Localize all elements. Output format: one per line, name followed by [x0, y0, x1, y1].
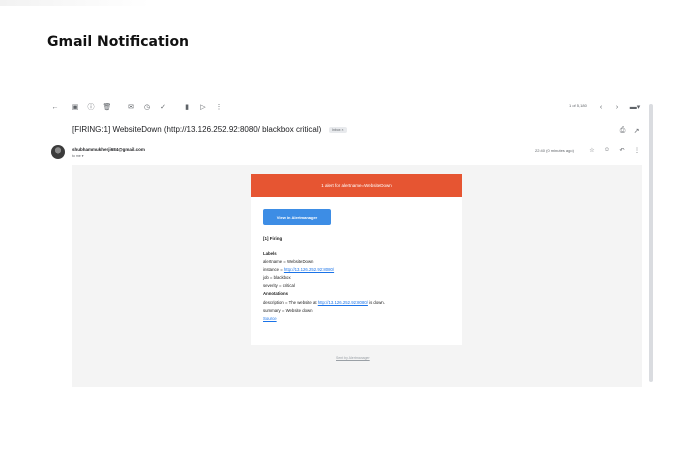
email-subject: [FIRING:1] WebsiteDown (http://13.126.25… — [72, 125, 322, 134]
firing-heading: [1] Firing — [263, 236, 283, 241]
archive-icon[interactable]: ▣ — [70, 102, 80, 112]
snooze-icon[interactable]: ◷ — [142, 102, 152, 112]
alert-card: 1 alert for alertname=WebsiteDown View i… — [251, 174, 462, 345]
description-link[interactable]: http://13.126.252.92:8080/ — [318, 300, 368, 305]
sender-email[interactable]: shubhammukherji684@gmail.com — [72, 147, 145, 152]
avatar — [51, 145, 65, 159]
alert-banner: 1 alert for alertname=WebsiteDown — [251, 174, 462, 197]
open-new-window-icon[interactable]: ↗ — [632, 126, 641, 135]
subject-row: [FIRING:1] WebsiteDown (http://13.126.25… — [72, 125, 642, 137]
inbox-label-chip[interactable]: Inbox × — [329, 127, 347, 133]
instance-link[interactable]: http://13.126.252.92:8080/ — [284, 267, 334, 272]
report-spam-icon[interactable]: ⓘ — [86, 102, 96, 112]
label-severity: severity = critical — [263, 283, 295, 288]
description-prefix: description = The website at — [263, 300, 318, 305]
pager-count: 1 of 5,180 — [569, 103, 587, 108]
more-icon[interactable]: ⋮ — [214, 102, 224, 112]
annotations-heading: Annotations — [263, 291, 289, 296]
document-title: Gmail Notification — [47, 34, 190, 50]
labels-heading: Labels — [263, 251, 277, 256]
emoji-icon[interactable]: ☺ — [603, 146, 611, 154]
view-in-alertmanager-button[interactable]: View in Alertmanager — [263, 209, 331, 225]
more-actions-icon[interactable]: ⋮ — [633, 146, 641, 154]
sent-by-alertmanager-link[interactable]: Sent by Alertmanager — [336, 356, 370, 360]
top-fade — [0, 0, 150, 6]
back-icon[interactable]: ← — [50, 102, 60, 112]
move-to-icon[interactable]: ▮ — [182, 102, 192, 112]
annotation-description: description = The website at http://13.1… — [263, 300, 385, 305]
instance-prefix: instance = — [263, 267, 284, 272]
delete-icon[interactable]: 🗑 — [102, 102, 112, 112]
recipient-details[interactable]: to me ▾ — [72, 154, 83, 158]
gmail-toolbar: ← ▣ ⓘ 🗑 ✉ ◷ ✓ ▮ ▷ ⋮ 1 of 5,180 ‹ › ▬▾ — [48, 101, 646, 115]
mark-unread-icon[interactable]: ✉ — [126, 102, 136, 112]
add-task-icon[interactable]: ✓ — [158, 102, 168, 112]
label-icon[interactable]: ▷ — [198, 102, 208, 112]
newer-icon[interactable]: ‹ — [596, 102, 606, 112]
label-job: job = blackbox — [263, 275, 291, 280]
label-instance: instance = http://13.126.252.92:8080/ — [263, 267, 334, 272]
email-time: 22:40 (0 minutes ago) — [535, 148, 574, 153]
print-icon[interactable]: ⎙ — [618, 126, 627, 135]
keyboard-icon[interactable]: ▬▾ — [628, 102, 642, 112]
source-link[interactable]: Source — [263, 316, 277, 321]
scrollbar[interactable] — [649, 104, 653, 382]
older-icon[interactable]: › — [612, 102, 622, 112]
description-suffix: is down. — [367, 300, 385, 305]
star-icon[interactable]: ☆ — [588, 146, 596, 154]
label-alertname: alertname = WebsiteDown — [263, 259, 314, 264]
reply-icon[interactable]: ↶ — [618, 146, 626, 154]
annotation-summary: summary = Website down — [263, 308, 313, 313]
